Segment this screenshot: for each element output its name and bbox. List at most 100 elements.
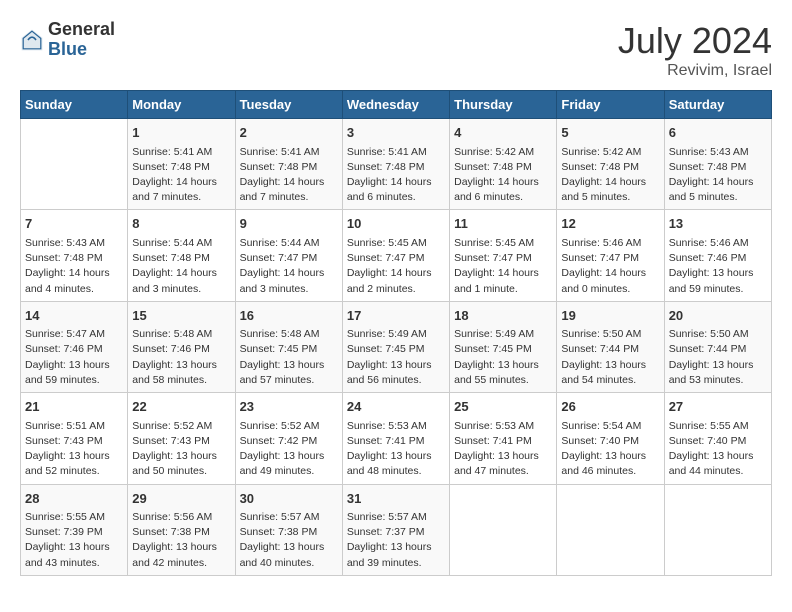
day-number: 29: [132, 489, 230, 509]
day-number: 12: [561, 214, 659, 234]
logo-icon: [20, 28, 44, 52]
calendar-cell: 2Sunrise: 5:41 AMSunset: 7:48 PMDaylight…: [235, 119, 342, 210]
day-info: Sunrise: 5:42 AMSunset: 7:48 PMDaylight:…: [454, 145, 552, 206]
day-info: Sunrise: 5:50 AMSunset: 7:44 PMDaylight:…: [669, 327, 767, 388]
calendar-day-header: Sunday: [21, 91, 128, 119]
calendar-cell: 21Sunrise: 5:51 AMSunset: 7:43 PMDayligh…: [21, 393, 128, 484]
day-info: Sunrise: 5:57 AMSunset: 7:38 PMDaylight:…: [240, 510, 338, 571]
day-number: 31: [347, 489, 445, 509]
day-number: 5: [561, 123, 659, 143]
day-number: 26: [561, 397, 659, 417]
calendar-cell: 19Sunrise: 5:50 AMSunset: 7:44 PMDayligh…: [557, 301, 664, 392]
day-info: Sunrise: 5:53 AMSunset: 7:41 PMDaylight:…: [347, 419, 445, 480]
day-number: 4: [454, 123, 552, 143]
day-info: Sunrise: 5:47 AMSunset: 7:46 PMDaylight:…: [25, 327, 123, 388]
calendar-cell: 28Sunrise: 5:55 AMSunset: 7:39 PMDayligh…: [21, 484, 128, 575]
day-number: 20: [669, 306, 767, 326]
day-number: 9: [240, 214, 338, 234]
day-info: Sunrise: 5:49 AMSunset: 7:45 PMDaylight:…: [347, 327, 445, 388]
day-info: Sunrise: 5:52 AMSunset: 7:42 PMDaylight:…: [240, 419, 338, 480]
calendar-cell: 8Sunrise: 5:44 AMSunset: 7:48 PMDaylight…: [128, 210, 235, 301]
day-number: 2: [240, 123, 338, 143]
day-info: Sunrise: 5:54 AMSunset: 7:40 PMDaylight:…: [561, 419, 659, 480]
day-info: Sunrise: 5:57 AMSunset: 7:37 PMDaylight:…: [347, 510, 445, 571]
title-block: July 2024 Revivim, Israel: [618, 20, 772, 80]
calendar-day-header: Thursday: [450, 91, 557, 119]
day-info: Sunrise: 5:44 AMSunset: 7:48 PMDaylight:…: [132, 236, 230, 297]
calendar-day-header: Tuesday: [235, 91, 342, 119]
day-number: 7: [25, 214, 123, 234]
day-info: Sunrise: 5:46 AMSunset: 7:46 PMDaylight:…: [669, 236, 767, 297]
calendar-cell: 10Sunrise: 5:45 AMSunset: 7:47 PMDayligh…: [342, 210, 449, 301]
calendar-cell: 3Sunrise: 5:41 AMSunset: 7:48 PMDaylight…: [342, 119, 449, 210]
day-number: 30: [240, 489, 338, 509]
calendar-header-row: SundayMondayTuesdayWednesdayThursdayFrid…: [21, 91, 772, 119]
day-number: 15: [132, 306, 230, 326]
day-number: 11: [454, 214, 552, 234]
day-info: Sunrise: 5:45 AMSunset: 7:47 PMDaylight:…: [454, 236, 552, 297]
day-number: 25: [454, 397, 552, 417]
calendar-cell: [557, 484, 664, 575]
calendar-cell: 11Sunrise: 5:45 AMSunset: 7:47 PMDayligh…: [450, 210, 557, 301]
day-info: Sunrise: 5:46 AMSunset: 7:47 PMDaylight:…: [561, 236, 659, 297]
calendar-cell: [664, 484, 771, 575]
day-info: Sunrise: 5:41 AMSunset: 7:48 PMDaylight:…: [132, 145, 230, 206]
day-info: Sunrise: 5:42 AMSunset: 7:48 PMDaylight:…: [561, 145, 659, 206]
day-number: 19: [561, 306, 659, 326]
calendar-cell: 26Sunrise: 5:54 AMSunset: 7:40 PMDayligh…: [557, 393, 664, 484]
calendar-week-row: 21Sunrise: 5:51 AMSunset: 7:43 PMDayligh…: [21, 393, 772, 484]
calendar-table: SundayMondayTuesdayWednesdayThursdayFrid…: [20, 90, 772, 576]
day-number: 17: [347, 306, 445, 326]
calendar-day-header: Saturday: [664, 91, 771, 119]
day-info: Sunrise: 5:43 AMSunset: 7:48 PMDaylight:…: [669, 145, 767, 206]
calendar-day-header: Wednesday: [342, 91, 449, 119]
calendar-cell: 22Sunrise: 5:52 AMSunset: 7:43 PMDayligh…: [128, 393, 235, 484]
day-info: Sunrise: 5:52 AMSunset: 7:43 PMDaylight:…: [132, 419, 230, 480]
calendar-week-row: 14Sunrise: 5:47 AMSunset: 7:46 PMDayligh…: [21, 301, 772, 392]
calendar-cell: [21, 119, 128, 210]
calendar-cell: 23Sunrise: 5:52 AMSunset: 7:42 PMDayligh…: [235, 393, 342, 484]
logo-blue: Blue: [48, 40, 115, 60]
calendar-cell: 24Sunrise: 5:53 AMSunset: 7:41 PMDayligh…: [342, 393, 449, 484]
day-info: Sunrise: 5:56 AMSunset: 7:38 PMDaylight:…: [132, 510, 230, 571]
day-info: Sunrise: 5:45 AMSunset: 7:47 PMDaylight:…: [347, 236, 445, 297]
day-info: Sunrise: 5:55 AMSunset: 7:39 PMDaylight:…: [25, 510, 123, 571]
location: Revivim, Israel: [618, 62, 772, 80]
day-info: Sunrise: 5:44 AMSunset: 7:47 PMDaylight:…: [240, 236, 338, 297]
calendar-cell: 12Sunrise: 5:46 AMSunset: 7:47 PMDayligh…: [557, 210, 664, 301]
day-info: Sunrise: 5:48 AMSunset: 7:45 PMDaylight:…: [240, 327, 338, 388]
calendar-cell: 25Sunrise: 5:53 AMSunset: 7:41 PMDayligh…: [450, 393, 557, 484]
day-info: Sunrise: 5:51 AMSunset: 7:43 PMDaylight:…: [25, 419, 123, 480]
day-info: Sunrise: 5:53 AMSunset: 7:41 PMDaylight:…: [454, 419, 552, 480]
calendar-cell: 7Sunrise: 5:43 AMSunset: 7:48 PMDaylight…: [21, 210, 128, 301]
page-header: General Blue July 2024 Revivim, Israel: [20, 20, 772, 80]
calendar-cell: 31Sunrise: 5:57 AMSunset: 7:37 PMDayligh…: [342, 484, 449, 575]
calendar-week-row: 1Sunrise: 5:41 AMSunset: 7:48 PMDaylight…: [21, 119, 772, 210]
calendar-day-header: Monday: [128, 91, 235, 119]
day-number: 14: [25, 306, 123, 326]
day-number: 16: [240, 306, 338, 326]
calendar-cell: 16Sunrise: 5:48 AMSunset: 7:45 PMDayligh…: [235, 301, 342, 392]
calendar-cell: 27Sunrise: 5:55 AMSunset: 7:40 PMDayligh…: [664, 393, 771, 484]
day-number: 8: [132, 214, 230, 234]
day-info: Sunrise: 5:49 AMSunset: 7:45 PMDaylight:…: [454, 327, 552, 388]
calendar-cell: 13Sunrise: 5:46 AMSunset: 7:46 PMDayligh…: [664, 210, 771, 301]
day-number: 22: [132, 397, 230, 417]
day-number: 3: [347, 123, 445, 143]
calendar-cell: 1Sunrise: 5:41 AMSunset: 7:48 PMDaylight…: [128, 119, 235, 210]
day-info: Sunrise: 5:43 AMSunset: 7:48 PMDaylight:…: [25, 236, 123, 297]
logo-text: General Blue: [48, 20, 115, 60]
calendar-cell: 18Sunrise: 5:49 AMSunset: 7:45 PMDayligh…: [450, 301, 557, 392]
day-info: Sunrise: 5:48 AMSunset: 7:46 PMDaylight:…: [132, 327, 230, 388]
day-number: 10: [347, 214, 445, 234]
day-number: 13: [669, 214, 767, 234]
calendar-cell: 14Sunrise: 5:47 AMSunset: 7:46 PMDayligh…: [21, 301, 128, 392]
calendar-cell: 15Sunrise: 5:48 AMSunset: 7:46 PMDayligh…: [128, 301, 235, 392]
day-number: 24: [347, 397, 445, 417]
calendar-cell: 4Sunrise: 5:42 AMSunset: 7:48 PMDaylight…: [450, 119, 557, 210]
calendar-cell: 5Sunrise: 5:42 AMSunset: 7:48 PMDaylight…: [557, 119, 664, 210]
calendar-cell: 17Sunrise: 5:49 AMSunset: 7:45 PMDayligh…: [342, 301, 449, 392]
day-info: Sunrise: 5:55 AMSunset: 7:40 PMDaylight:…: [669, 419, 767, 480]
calendar-cell: [450, 484, 557, 575]
logo-general: General: [48, 20, 115, 40]
